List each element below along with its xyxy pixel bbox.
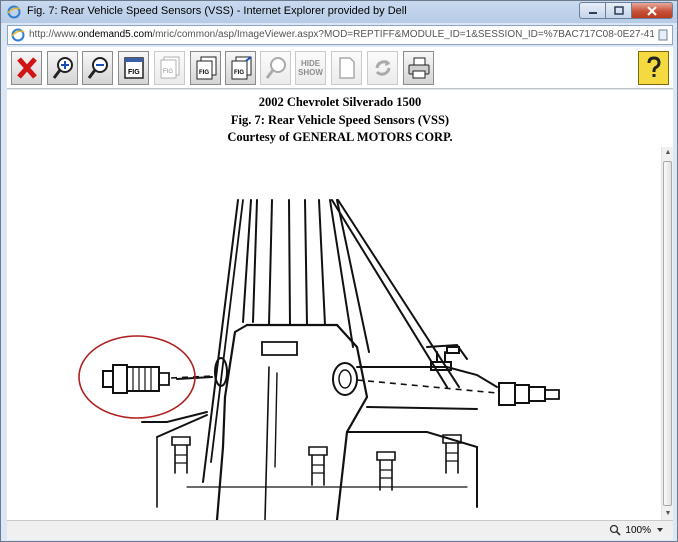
help-button[interactable] <box>638 51 669 85</box>
show-label: SHOW <box>298 68 323 77</box>
close-button[interactable] <box>631 2 673 19</box>
vehicle-title: 2002 Chevrolet Silverado 1500 <box>258 95 422 109</box>
ie-logo-icon <box>7 5 21 19</box>
vss-diagram <box>78 199 560 520</box>
magnifier-icon <box>265 57 286 79</box>
url-path: /mric/common/asp/ImageViewer.aspx?MOD=RE… <box>152 29 654 40</box>
magnifier-plus-icon <box>52 57 73 79</box>
maximize-button[interactable] <box>605 2 631 19</box>
fig-text: FIG <box>163 69 173 75</box>
zoom-in-button[interactable] <box>47 51 78 85</box>
zoom-out-button[interactable] <box>82 51 113 85</box>
window-controls <box>579 2 673 20</box>
highlight-circle <box>78 335 196 419</box>
zoom-level: 100% <box>625 524 651 536</box>
image-toolbar: FIG FIG FIG FIG HIDE SHOW <box>7 47 673 89</box>
window-title: Fig. 7: Rear Vehicle Speed Sensors (VSS)… <box>27 5 407 17</box>
document-button[interactable] <box>331 51 362 85</box>
minimize-icon <box>588 11 597 14</box>
refresh-icon <box>375 60 390 76</box>
zoom-icon <box>610 524 621 536</box>
fig-button-3[interactable]: FIG <box>190 51 221 85</box>
scroll-down-icon[interactable]: ▼ <box>664 510 672 518</box>
fig-text: FIG <box>128 69 140 76</box>
scroll-up-icon[interactable]: ▲ <box>664 149 672 157</box>
scroll-thumb[interactable] <box>663 161 672 506</box>
figure-title: Fig. 7: Rear Vehicle Speed Sensors (VSS) <box>230 112 450 127</box>
url-domain: ondemand5.com <box>77 29 153 40</box>
fig-text: FIG <box>199 70 209 76</box>
fig-pages-icon: FIG <box>196 56 216 80</box>
zoom-control[interactable]: 100% <box>609 524 665 536</box>
fig-text: FIG <box>234 70 244 76</box>
print-button[interactable] <box>403 51 434 85</box>
page-icon <box>11 28 25 42</box>
hide-show-button[interactable]: HIDE SHOW <box>295 51 326 85</box>
refresh-button[interactable] <box>367 51 398 85</box>
printer-icon <box>408 57 429 79</box>
fig-button-2[interactable]: FIG <box>154 51 185 85</box>
courtesy-text: Courtesy of GENERAL MOTORS CORP. <box>227 130 453 144</box>
viewer-content: 2002 Chevrolet Silverado 1500 Fig. 7: Re… <box>7 90 673 520</box>
vertical-scrollbar[interactable]: ▲ ▼ <box>661 147 673 520</box>
security-icon <box>658 29 668 41</box>
fig-pages-icon: FIG <box>231 56 252 80</box>
fig-page-icon: FIG <box>123 57 144 79</box>
address-bar[interactable]: http://www.ondemand5.com/mric/common/asp… <box>7 25 673 45</box>
status-bar: 100% <box>7 520 673 540</box>
magnifier-minus-icon <box>87 57 108 79</box>
maximize-icon <box>613 6 624 15</box>
chevron-down-icon <box>657 528 663 532</box>
browser-window: Fig. 7: Rear Vehicle Speed Sensors (VSS)… <box>0 0 678 542</box>
close-icon <box>647 5 657 16</box>
minimize-button[interactable] <box>579 2 605 19</box>
figure-caption: 2002 Chevrolet Silverado 1500 Fig. 7: Re… <box>7 94 673 147</box>
fig-button-4[interactable]: FIG <box>225 51 256 85</box>
url-text[interactable]: http://www.ondemand5.com/mric/common/asp… <box>29 29 654 40</box>
fig-pages-icon: FIG <box>160 56 179 79</box>
url-prefix: http://www. <box>29 29 78 40</box>
title-bar: Fig. 7: Rear Vehicle Speed Sensors (VSS)… <box>1 1 677 23</box>
red-x-icon <box>16 57 37 79</box>
fig-search-button[interactable] <box>260 51 291 85</box>
close-viewer-button[interactable] <box>11 51 42 85</box>
question-mark-icon <box>647 56 661 77</box>
figure-image <box>7 147 661 520</box>
fig-button-1[interactable]: FIG <box>118 51 149 85</box>
hide-label: HIDE <box>300 59 321 68</box>
document-icon <box>338 57 355 79</box>
